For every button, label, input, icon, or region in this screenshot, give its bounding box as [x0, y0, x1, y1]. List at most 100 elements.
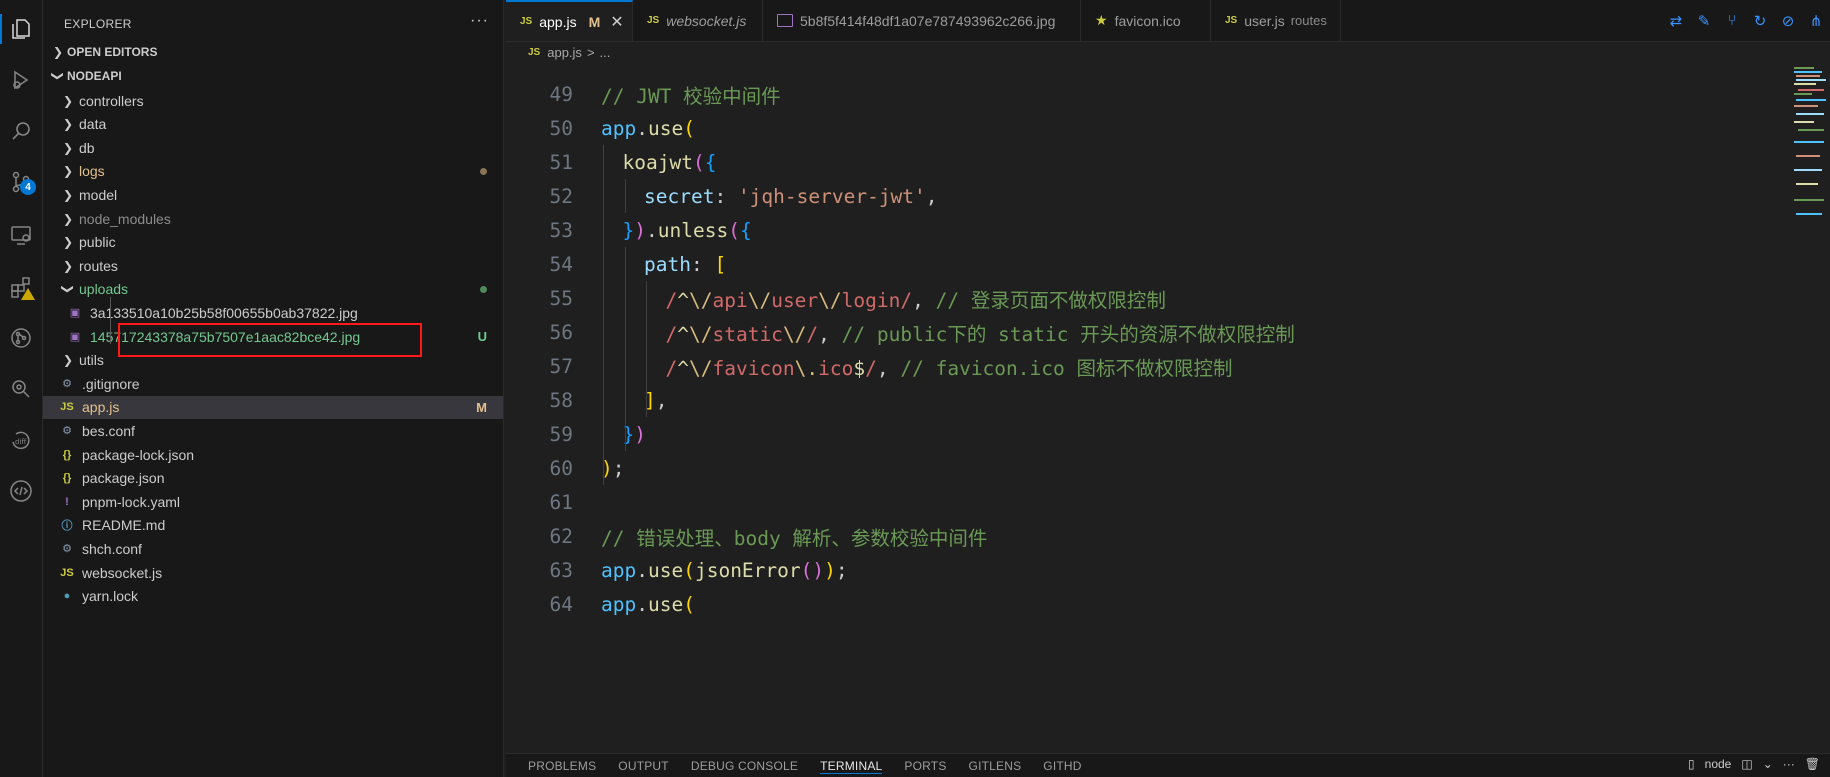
file-row[interactable]: ⚙ shch.conf — [43, 537, 503, 560]
code-token: . — [636, 116, 648, 140]
code-token: ) — [824, 558, 836, 582]
terminal-name[interactable]: node — [1705, 757, 1732, 771]
indent-guide — [110, 297, 111, 344]
tree-item-label: model — [79, 186, 118, 203]
folder-row[interactable]: ❯ routes — [43, 254, 503, 277]
line-number: 63 — [549, 558, 573, 582]
folder-row[interactable]: ❯ model — [43, 183, 503, 206]
edit-icon[interactable]: ✎ — [1690, 12, 1718, 30]
minimap[interactable] — [1790, 63, 1830, 233]
modified-indicator: M — [588, 13, 601, 30]
code-token: \/ — [689, 322, 713, 346]
breadcrumb-more[interactable]: ... — [600, 45, 611, 60]
gitlens-icon[interactable] — [0, 370, 42, 408]
tab-bar: JS app.js M ✕ JS websocket.js 5b8f5f414f48df1a… — [506, 0, 1830, 42]
file-row[interactable]: {} package.json — [43, 467, 503, 490]
js-file-icon: JS — [1225, 15, 1238, 26]
disable-icon[interactable]: ⊘ — [1774, 12, 1802, 30]
file-row[interactable]: ⚙ bes.conf — [43, 419, 503, 442]
remote-explorer-icon[interactable] — [0, 216, 42, 254]
code-text: // 错误处理、body 解析、参数校验中间件 — [601, 522, 987, 551]
tree-item-label: package.json — [82, 470, 165, 487]
indent-guide — [624, 247, 626, 451]
chevron-down-icon: ❯ — [61, 284, 75, 295]
explorer-icon[interactable] — [0, 10, 42, 48]
code-token: // public下的 static 开头的资源不做权限控制 — [841, 322, 1295, 346]
chevron-down-icon[interactable]: ⌄ — [1763, 757, 1773, 771]
tree-item-label: routes — [79, 257, 118, 274]
hierarchy-icon[interactable]: ⋔ — [1802, 12, 1830, 30]
code-token: () — [800, 558, 825, 582]
panel-tab[interactable]: PORTS — [904, 759, 946, 774]
breadcrumb: JS app.js > ... — [506, 41, 1830, 63]
code-token: [ — [714, 252, 727, 276]
panel-tab[interactable]: GITHD — [1043, 759, 1081, 774]
file-row[interactable]: ! pnpm-lock.yaml — [43, 490, 503, 513]
line-number: 61 — [549, 490, 573, 514]
line-number: 64 — [549, 592, 573, 616]
code-token: ; — [835, 558, 848, 582]
git-graph-icon[interactable] — [0, 319, 42, 357]
editor-tab[interactable]: JS user.js routes — [1211, 0, 1341, 41]
open-editors-section[interactable]: ❯ OPEN EDITORS — [43, 41, 503, 63]
line-number: 52 — [549, 184, 573, 208]
search-icon[interactable] — [0, 112, 42, 150]
more-icon[interactable]: ··· — [1783, 757, 1795, 771]
code-token: favicon — [712, 356, 795, 380]
file-row[interactable]: ● yarn.lock — [43, 585, 503, 608]
close-icon[interactable]: ✕ — [610, 12, 623, 32]
editor-tab[interactable]: JS app.js M ✕ — [506, 0, 633, 41]
panel-tab[interactable]: TERMINAL — [820, 759, 883, 774]
code-token: ^ — [677, 322, 689, 346]
open-changes-icon[interactable]: ⑂ — [1718, 12, 1746, 29]
more-actions-button[interactable]: ··· — [470, 12, 489, 30]
folder-row[interactable]: ❯ logs — [43, 160, 503, 183]
refresh-icon[interactable]: ↻ — [1746, 12, 1774, 30]
config-file-icon: ⚙ — [62, 425, 72, 438]
code-line: 54 path: [ — [506, 247, 1806, 281]
split-terminal-icon[interactable]: ◫ — [1741, 757, 1752, 771]
source-control-icon[interactable]: 4 — [0, 163, 42, 201]
tab-label: websocket.js — [666, 12, 747, 29]
panel-tab[interactable]: PROBLEMS — [528, 759, 596, 774]
folder-row[interactable]: ❯ uploads — [43, 278, 503, 301]
editor-tab[interactable]: JS websocket.js — [633, 0, 763, 41]
file-row[interactable]: JS websocket.js — [43, 561, 503, 584]
file-row[interactable]: ▣ 3a133510a10b25b58f00655b0ab37822.jpg — [43, 301, 503, 324]
diff-icon[interactable]: diff — [0, 421, 42, 459]
extensions-icon[interactable] — [0, 268, 42, 306]
file-row[interactable]: ⚙ .gitignore — [43, 372, 503, 395]
file-row[interactable]: JS app.js M — [43, 395, 503, 419]
file-row[interactable]: {} package-lock.json — [43, 443, 503, 466]
chevron-right-icon: ❯ — [62, 353, 74, 368]
editor-tab[interactable]: ★ favicon.ico — [1081, 0, 1211, 41]
trash-icon[interactable]: 🗑 — [1805, 757, 1820, 771]
code-token: { — [739, 218, 752, 242]
line-number: 50 — [549, 116, 573, 140]
folder-row[interactable]: ❯ data — [43, 113, 503, 136]
tree-item-label: yarn.lock — [82, 588, 139, 605]
panel-tab-bar: PROBLEMS OUTPUT DEBUG CONSOLE TERMINAL PORTS… — [506, 753, 1830, 777]
folder-row[interactable]: ❯ public — [43, 231, 503, 254]
gitlens-compare-icon[interactable]: ⇄ — [1662, 12, 1690, 30]
project-section[interactable]: ❯ NODEAPI — [43, 65, 503, 87]
explorer-sidebar: EXPLORER ··· ❯ OPEN EDITORS ❯ NODEAPI ❯ c… — [43, 0, 504, 777]
file-row[interactable]: ⓘ README.md — [43, 514, 503, 537]
folder-row[interactable]: ❯ db — [43, 136, 503, 159]
panel-tab[interactable]: OUTPUT — [618, 759, 669, 774]
code-chat-icon[interactable] — [0, 472, 42, 510]
editor-area: JS app.js M ✕ JS websocket.js 5b8f5f414f48df1a… — [506, 0, 1830, 777]
code-token: ) — [634, 218, 646, 242]
editor-tab[interactable]: 5b8f5f414f48df1a07e787493962c266.jpg — [763, 0, 1081, 41]
run-debug-icon[interactable] — [0, 61, 42, 99]
panel-tab[interactable]: GITLENS — [969, 759, 1022, 774]
code-text: koajwt({ — [601, 151, 717, 174]
panel-tab[interactable]: DEBUG CONSOLE — [691, 759, 798, 774]
folder-row[interactable]: ❯ controllers — [43, 89, 503, 112]
code-line: 63 app.use(jsonError()); — [506, 553, 1806, 587]
folder-row[interactable]: ❯ node_modules — [43, 207, 503, 230]
tab-label: app.js — [539, 13, 577, 30]
code-editor[interactable]: 49// JWT 校验中间件 50 app.use(51 koajwt({52 secr… — [506, 63, 1830, 753]
code-token: ( — [683, 558, 695, 582]
breadcrumb-file[interactable]: app.js — [547, 45, 582, 60]
